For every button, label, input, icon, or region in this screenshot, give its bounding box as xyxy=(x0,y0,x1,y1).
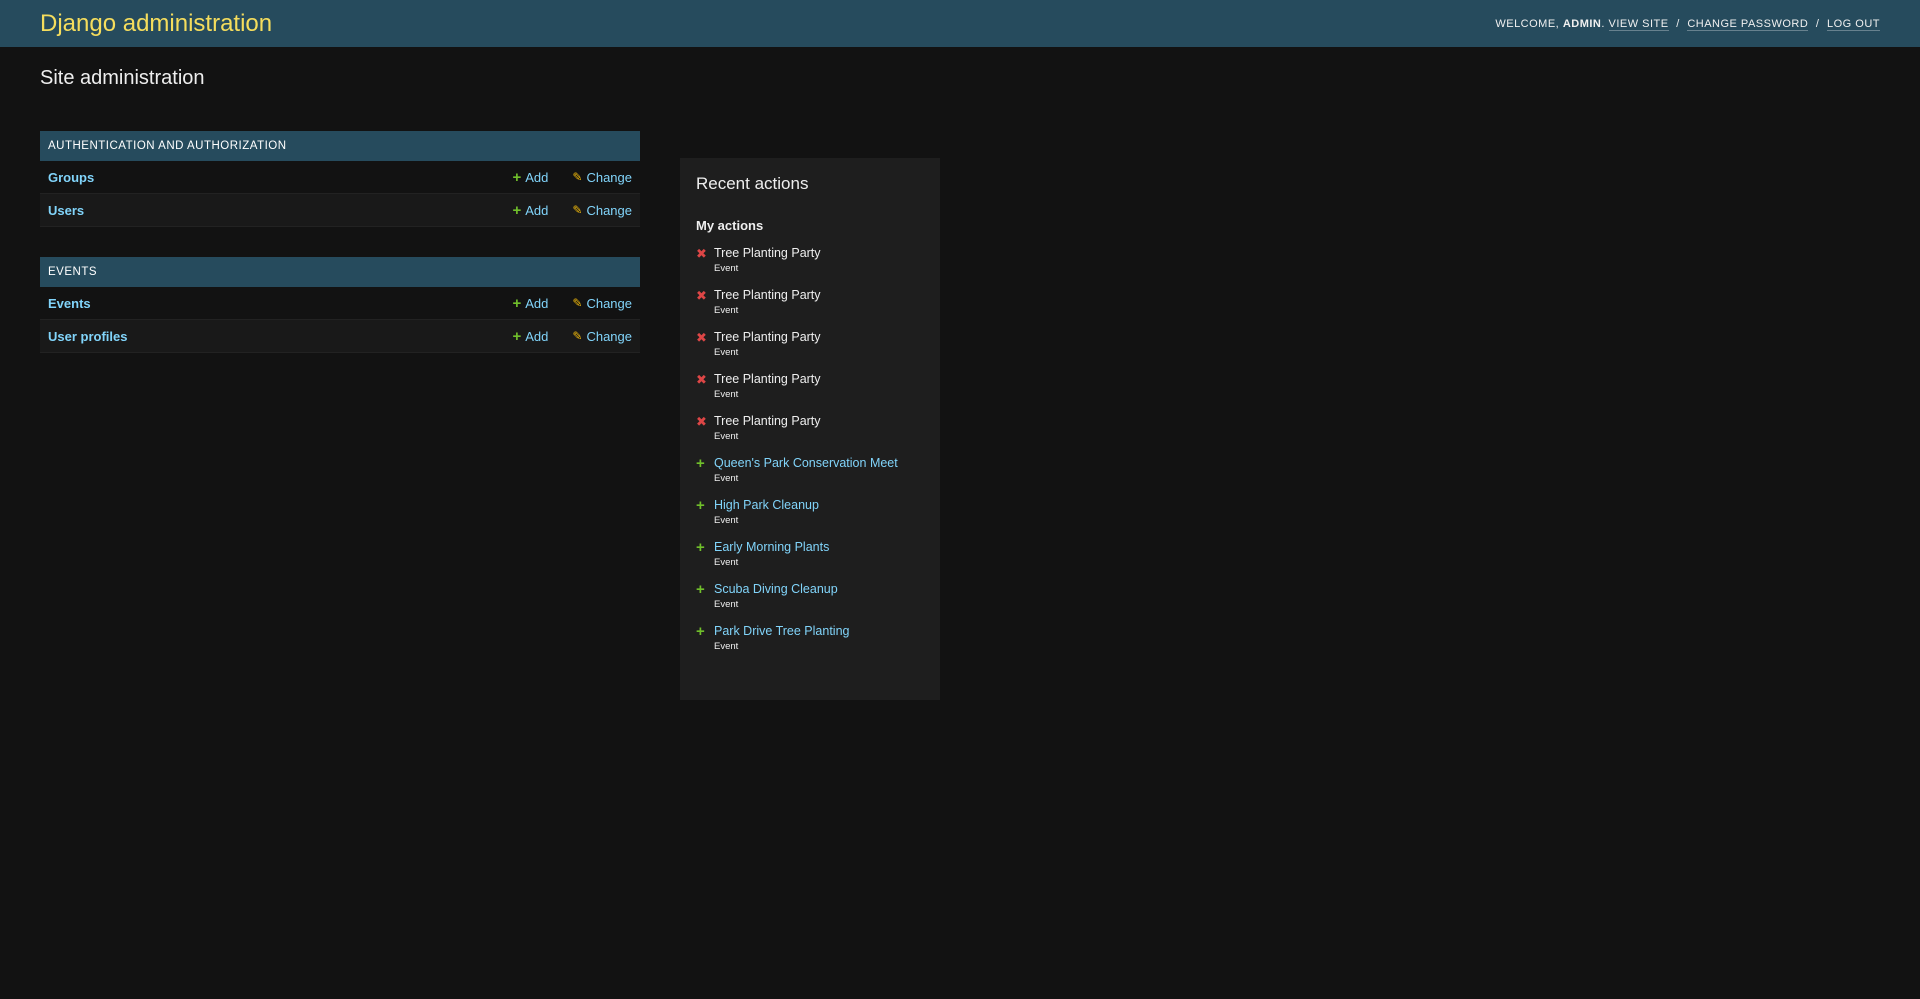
action-object-name: Tree Planting Party xyxy=(714,372,821,386)
recent-actions-panel: Recent actions My actions ✖ Tree Planting… xyxy=(680,158,940,700)
recent-actions-title: Recent actions xyxy=(696,174,809,193)
action-content-type: Event xyxy=(714,473,739,484)
pencil-icon: ✎ xyxy=(572,170,583,184)
action-content-type: Event xyxy=(714,389,739,400)
action-item: + High Park Cleanup Event xyxy=(696,497,924,528)
branding-link[interactable]: Django administration xyxy=(40,10,272,38)
username: admin xyxy=(1562,17,1602,30)
x-icon: ✖ xyxy=(696,414,707,429)
action-content-type: Event xyxy=(714,515,739,526)
action-item: ✖ Tree Planting Party Event xyxy=(696,329,924,360)
app-module-auth: Authentication and Authorization Groups … xyxy=(40,131,640,227)
model-link-user-profiles[interactable]: User profiles xyxy=(48,329,488,344)
add-link[interactable]: + Add xyxy=(512,296,548,311)
pencil-icon: ✎ xyxy=(572,329,583,343)
action-content-type: Event xyxy=(714,641,739,652)
change-link[interactable]: ✎ Change xyxy=(572,170,632,185)
action-content-type: Event xyxy=(714,599,739,610)
x-icon: ✖ xyxy=(696,330,707,345)
plus-icon: + xyxy=(512,201,522,219)
app-list: Authentication and Authorization Groups … xyxy=(40,131,640,383)
model-link-events[interactable]: Events xyxy=(48,296,488,311)
action-item: ✖ Tree Planting Party Event xyxy=(696,371,924,402)
page-title: Site administration xyxy=(40,67,205,89)
action-object-name: Tree Planting Party xyxy=(714,288,821,302)
plus-icon: + xyxy=(512,294,522,312)
action-object-link[interactable]: High Park Cleanup xyxy=(714,497,819,513)
model-row-groups: Groups + Add ✎ Change xyxy=(40,161,640,194)
model-row-user-profiles: User profiles + Add ✎ Change xyxy=(40,320,640,353)
content: Site administration Authentication and A… xyxy=(0,47,1920,700)
plus-icon: + xyxy=(512,327,522,345)
view-site-link[interactable]: View site xyxy=(1608,17,1669,31)
x-icon: ✖ xyxy=(696,246,707,261)
app-module-events: Events Events + Add ✎ Change User profiles… xyxy=(40,257,640,353)
action-item: + Park Drive Tree Planting Event xyxy=(696,623,924,654)
change-link[interactable]: ✎ Change xyxy=(572,329,632,344)
action-item: ✖ Tree Planting Party Event xyxy=(696,287,924,318)
action-object-link[interactable]: Park Drive Tree Planting xyxy=(714,623,849,639)
pencil-icon: ✎ xyxy=(572,296,583,310)
change-password-link[interactable]: Change password xyxy=(1687,17,1809,31)
plus-icon: + xyxy=(696,497,705,514)
separator: / xyxy=(1676,17,1680,30)
action-item: ✖ Tree Planting Party Event xyxy=(696,413,924,444)
change-link[interactable]: ✎ Change xyxy=(572,296,632,311)
action-object-name: Tree Planting Party xyxy=(714,330,821,344)
plus-icon: + xyxy=(696,623,705,640)
plus-icon: + xyxy=(512,168,522,186)
action-item: ✖ Tree Planting Party Event xyxy=(696,245,924,276)
plus-icon: + xyxy=(696,539,705,556)
log-out-link[interactable]: Log out xyxy=(1826,17,1880,31)
plus-icon: + xyxy=(696,455,705,472)
add-link[interactable]: + Add xyxy=(512,329,548,344)
model-row-users: Users + Add ✎ Change xyxy=(40,194,640,227)
x-icon: ✖ xyxy=(696,372,707,387)
model-link-users[interactable]: Users xyxy=(48,203,488,218)
action-object-link[interactable]: Queen's Park Conservation Meet xyxy=(714,455,898,471)
x-icon: ✖ xyxy=(696,288,707,303)
header: Django administration Welcome, admin. Vi… xyxy=(0,0,1920,47)
action-item: + Queen's Park Conservation Meet Event xyxy=(696,455,924,486)
add-link[interactable]: + Add xyxy=(512,170,548,185)
app-caption[interactable]: Authentication and Authorization xyxy=(40,131,640,161)
model-link-groups[interactable]: Groups xyxy=(48,170,488,185)
welcome-text: Welcome, xyxy=(1495,17,1560,30)
my-actions-heading: My actions xyxy=(696,218,764,233)
action-object-link[interactable]: Scuba Diving Cleanup xyxy=(714,581,838,597)
action-object-name: Tree Planting Party xyxy=(714,414,821,428)
app-caption[interactable]: Events xyxy=(40,257,640,287)
pencil-icon: ✎ xyxy=(572,203,583,217)
action-list: ✖ Tree Planting Party Event ✖ Tree Planting… xyxy=(696,245,924,654)
action-content-type: Event xyxy=(714,263,739,274)
action-item: + Early Morning Plants Event xyxy=(696,539,924,570)
action-content-type: Event xyxy=(714,305,739,316)
action-object-name: Tree Planting Party xyxy=(714,246,821,260)
action-object-link[interactable]: Early Morning Plants xyxy=(714,539,829,555)
action-item: + Scuba Diving Cleanup Event xyxy=(696,581,924,612)
action-content-type: Event xyxy=(714,557,739,568)
plus-icon: + xyxy=(696,581,705,598)
separator: / xyxy=(1815,17,1820,30)
add-link[interactable]: + Add xyxy=(512,203,548,218)
change-link[interactable]: ✎ Change xyxy=(572,203,632,218)
action-content-type: Event xyxy=(714,431,739,442)
user-tools: Welcome, admin. View site / Change passw… xyxy=(1495,17,1880,31)
action-content-type: Event xyxy=(714,347,739,358)
model-row-events: Events + Add ✎ Change xyxy=(40,287,640,320)
